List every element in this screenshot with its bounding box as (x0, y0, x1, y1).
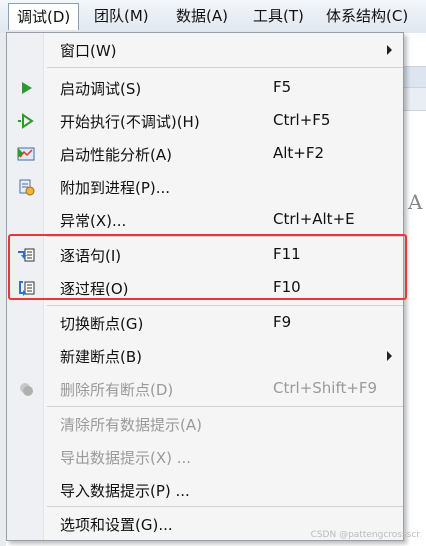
menu-architecture[interactable]: 体系结构(C) (318, 3, 416, 30)
menu-item-label: 选项和设置(G)... (60, 516, 173, 534)
menu-item-label: 窗口(W) (60, 42, 117, 60)
background-toolbar (404, 66, 426, 88)
play-icon (22, 82, 32, 94)
attach-process-icon (19, 179, 35, 196)
menu-item-export-datatips: 导出数据提示(X) ... (7, 440, 403, 473)
menu-item-attach-to-process[interactable]: 附加到进程(P)... (7, 170, 403, 203)
menu-item-label: 开始执行(不调试)(H) (60, 113, 200, 131)
menu-item-import-datatips[interactable]: 导入数据提示(P) ... (7, 473, 403, 506)
menu-item-new-breakpoint[interactable]: 新建断点(B) (7, 339, 403, 372)
play-outline-icon (18, 113, 34, 129)
menu-item-label: 导入数据提示(P) ... (60, 482, 190, 500)
menu-item-label: 附加到进程(P)... (60, 179, 171, 197)
shortcut-label: F5 (273, 78, 292, 96)
menu-item-delete-all-breakpoints: 删除所有断点(D) Ctrl+Shift+F9 (7, 372, 403, 405)
performance-icon (17, 147, 35, 161)
menu-item-label: 新建断点(B) (60, 348, 142, 366)
menu-item-label: 异常(X)... (60, 212, 127, 230)
shortcut-label: F9 (273, 313, 292, 331)
shortcut-label: Alt+F2 (273, 144, 325, 162)
menu-tools[interactable]: 工具(T) (245, 3, 312, 30)
menu-item-start-without-debugging[interactable]: 开始执行(不调试)(H) Ctrl+F5 (7, 104, 403, 137)
watermark: CSDN @pattengcrossscr (310, 530, 420, 540)
menu-item-start-debugging[interactable]: 启动调试(S) F5 (7, 71, 403, 104)
menu-item-toggle-breakpoint[interactable]: 切换断点(G) F9 (7, 306, 403, 339)
delete-breakpoints-icon (20, 383, 33, 396)
separator (47, 67, 403, 68)
highlight-annotation-box (8, 234, 407, 300)
shortcut-label: Ctrl+Shift+F9 (273, 379, 378, 397)
submenu-arrow-icon (387, 351, 392, 361)
menu-item-window[interactable]: 窗口(W) (7, 33, 403, 66)
shortcut-label: Ctrl+F5 (273, 111, 331, 129)
submenu-arrow-icon (387, 45, 392, 55)
menu-item-label: 切换断点(G) (60, 315, 144, 333)
menu-item-label: 清除所有数据提示(A) (60, 416, 202, 434)
menu-bar: 调试(D) 团队(M) 数据(A) 工具(T) 体系结构(C) (0, 0, 426, 34)
menu-debug[interactable]: 调试(D) (8, 3, 80, 30)
shortcut-label: Ctrl+Alt+E (273, 210, 355, 228)
background-text: A (408, 190, 423, 214)
menu-team[interactable]: 团队(M) (86, 3, 157, 30)
menu-item-label: 删除所有断点(D) (60, 381, 174, 399)
menu-item-clear-all-datatips: 清除所有数据提示(A) (7, 407, 403, 440)
menu-data[interactable]: 数据(A) (168, 3, 236, 30)
background-toolbar-2 (404, 88, 426, 111)
menu-item-label: 启动性能分析(A) (60, 146, 172, 164)
menu-item-performance-analysis[interactable]: 启动性能分析(A) Alt+F2 (7, 137, 403, 170)
menu-item-label: 启动调试(S) (60, 80, 142, 98)
menu-item-label: 导出数据提示(X) ... (60, 449, 192, 467)
menu-item-exceptions[interactable]: 异常(X)... Ctrl+Alt+E (7, 203, 403, 236)
